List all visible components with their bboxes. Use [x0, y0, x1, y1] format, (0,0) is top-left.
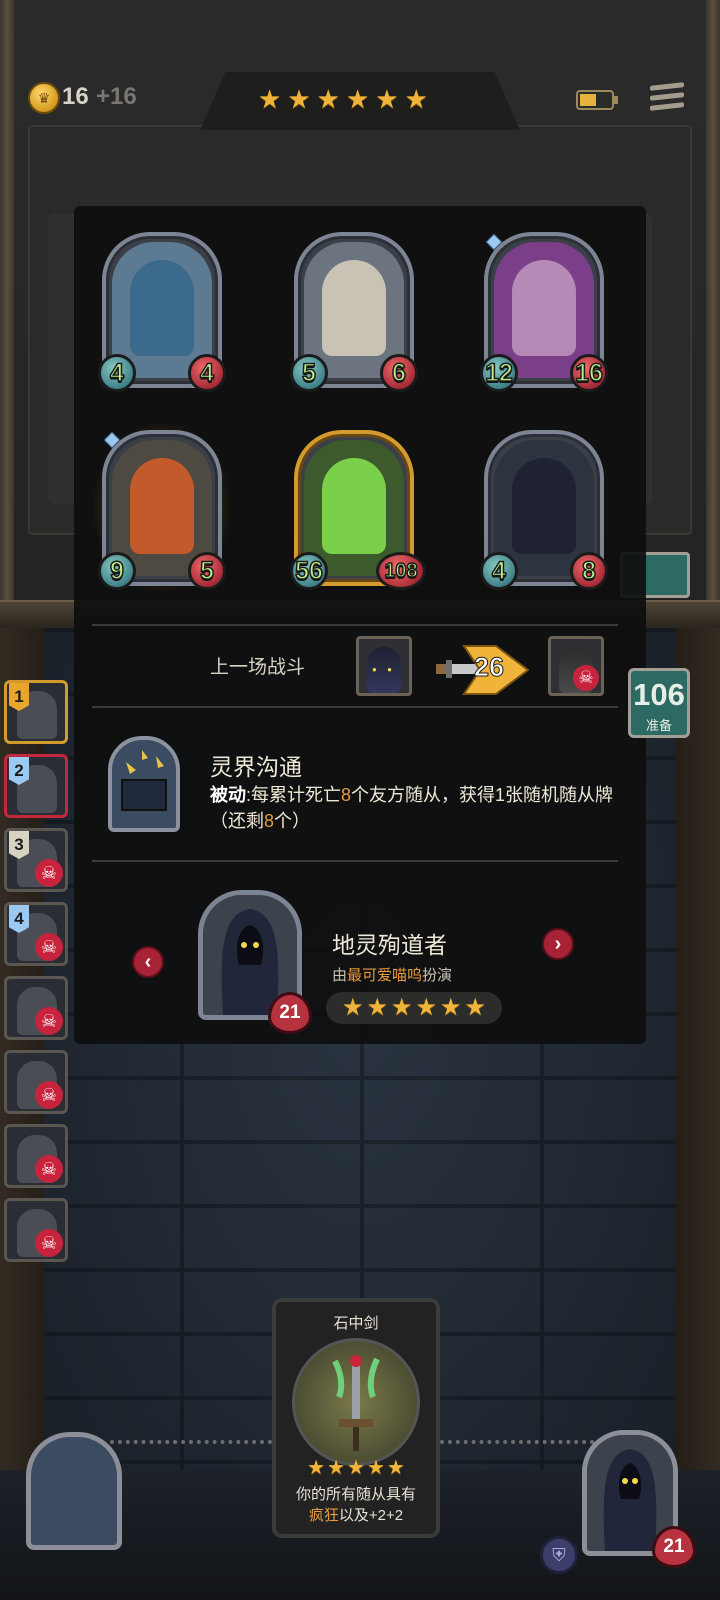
tier-star-icon: ★	[287, 84, 311, 114]
unit-attack: 4	[480, 552, 518, 590]
star-icon: ★	[464, 994, 487, 1021]
board-unit-white-maned-beast[interactable]: 56	[290, 232, 418, 392]
frame-left	[0, 0, 14, 630]
unit-health: 6	[380, 354, 418, 392]
chain	[440, 1440, 610, 1454]
hero-health: 21	[652, 1526, 696, 1568]
unit-attack: 4	[98, 354, 136, 392]
star-icon: ★	[347, 1457, 365, 1479]
ability-remaining: 8	[264, 811, 275, 831]
unit-attack: 9	[98, 552, 136, 590]
battery-icon	[576, 90, 618, 110]
star-icon: ★	[440, 994, 462, 1021]
player-slot[interactable]: 4 ☠	[4, 902, 68, 966]
unit-health: 16	[570, 354, 608, 392]
star-icon: ★	[307, 1457, 326, 1479]
unit-attack: 12	[480, 354, 518, 392]
pillar-right	[676, 628, 720, 1600]
star-icon: ★	[327, 1457, 346, 1479]
tier-star-icon: ★	[345, 84, 370, 114]
unit-attack: 56	[290, 552, 328, 590]
unit-attack: 5	[290, 354, 328, 392]
player-slot[interactable]: 1	[4, 680, 68, 744]
star-icon: ★	[341, 994, 364, 1021]
gold-income: +16	[96, 83, 137, 110]
damage-value: 26	[473, 652, 505, 683]
prev-arrow-button[interactable]: ‹	[132, 946, 164, 978]
rank-badge: 2	[9, 757, 29, 785]
menu-icon[interactable]	[650, 82, 684, 116]
character-name: 地灵殉道者	[332, 932, 447, 958]
gold-value: 16	[62, 83, 89, 110]
tier-star-icon: ★	[316, 84, 340, 114]
ability-count: 8	[341, 785, 352, 805]
player-slot[interactable]: ☠	[4, 1050, 68, 1114]
rank-badge: 4	[9, 905, 29, 933]
star-icon: ★	[390, 994, 413, 1021]
player-slot[interactable]: ☠	[4, 1198, 68, 1262]
divider	[92, 860, 618, 862]
skull-icon: ☠	[573, 665, 599, 691]
spell-card[interactable]: 石中剑 ★ ★ ★ ★ ★ 你的所有随从具有 疯狂以及+2+2	[272, 1298, 440, 1538]
player-slot[interactable]: ☠	[4, 976, 68, 1040]
turn-counter: 106 准备	[628, 668, 690, 738]
turn-label: 准备	[645, 718, 672, 733]
board-unit-hooded-sword[interactable]: 48	[480, 430, 608, 590]
unit-health: 8	[570, 552, 608, 590]
skull-icon: ☠	[35, 1007, 63, 1035]
board-unit-red-hair-archer[interactable]: 95	[86, 414, 238, 602]
player-slot[interactable]: ☠	[4, 1124, 68, 1188]
rank-badge: 1	[9, 683, 29, 711]
player-slot[interactable]: 3 ☠	[4, 828, 68, 892]
opponent-mini-portrait: ● ●	[356, 636, 412, 696]
tier-star-icon: ★	[258, 84, 282, 114]
spell-title: 石中剑	[333, 1315, 379, 1332]
skull-icon: ☠	[35, 933, 63, 961]
skull-icon: ☠	[35, 1155, 63, 1183]
ability-description: 被动:每累计死亡8个友方随从，获得1张随机随从牌（还剩8个）	[210, 785, 614, 831]
next-arrow-button[interactable]: ›	[542, 928, 574, 960]
skull-icon: ☠	[35, 859, 63, 887]
crown-coin-icon: ♛	[28, 82, 60, 114]
sword-icon	[292, 1338, 420, 1466]
spellbook-icon	[108, 736, 180, 832]
shield-icon[interactable]: ⛨	[540, 1536, 578, 1574]
spell-description: 你的所有随从具有 疯狂以及+2+2	[295, 1486, 416, 1524]
player-name: 最可爱喵呜	[347, 967, 423, 984]
star-icon: ★	[415, 994, 438, 1021]
spellbook-button[interactable]	[26, 1432, 122, 1550]
rank-badge: 3	[9, 831, 29, 859]
chain	[110, 1440, 280, 1454]
skull-icon: ☠	[35, 1081, 63, 1109]
divider	[92, 624, 618, 626]
spell-keyword: 疯狂	[308, 1507, 339, 1524]
last-battle-label: 上一场战斗	[210, 657, 306, 678]
unit-health: 108	[376, 552, 426, 590]
played-by: 由最可爱喵呜扮演	[332, 967, 453, 984]
skull-icon: ☠	[35, 1229, 63, 1257]
ability-keyword: 被动	[210, 785, 246, 805]
ability-name: 灵界沟通	[210, 754, 302, 780]
player-slot[interactable]: 2	[4, 754, 68, 818]
unit-health: 5	[188, 552, 226, 590]
turn-timer: 106	[633, 677, 685, 712]
divider	[92, 706, 618, 708]
star-icon: ★	[366, 1457, 385, 1479]
spell-stars: ★ ★ ★ ★ ★	[276, 1458, 436, 1478]
board-unit-green-slime-demon[interactable]: 56 108	[290, 430, 426, 590]
frame-right	[706, 0, 720, 630]
unit-health: 4	[188, 354, 226, 392]
board-unit-blue-dragon[interactable]: 44	[98, 232, 226, 392]
star-icon: ★	[386, 1457, 405, 1479]
character-stars: ★ ★ ★ ★ ★ ★	[326, 992, 502, 1024]
tier-stars: ★ ★ ★ ★ ★ ★	[258, 86, 428, 112]
board-unit-pirate-octopus[interactable]: 12 16	[480, 232, 608, 392]
tier-star-icon: ★	[404, 84, 428, 114]
tier-star-icon: ★	[375, 84, 399, 114]
character-health: 21	[268, 992, 312, 1034]
result-mini-portrait: ☠	[548, 636, 604, 696]
star-icon: ★	[366, 994, 388, 1021]
